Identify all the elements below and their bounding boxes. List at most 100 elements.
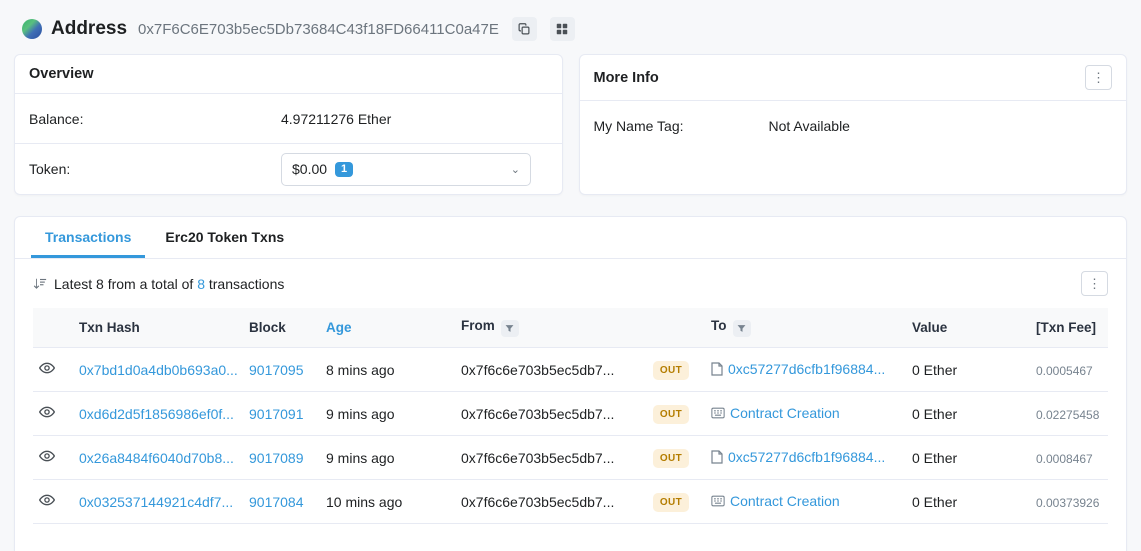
token-count-badge: 1 xyxy=(335,161,354,177)
age-text: 8 mins ago xyxy=(326,361,395,378)
summary-text: Latest 8 from a total of 8 transactions xyxy=(54,276,284,292)
block-link[interactable]: 9017084 xyxy=(249,494,304,510)
transactions-table: Txn Hash Block Age From To Value [Txn Fe… xyxy=(33,308,1108,524)
to-address-link[interactable]: 0xc57277d6cfb1f96884... xyxy=(728,449,885,465)
txn-fee-text: 0.0005467 xyxy=(1036,363,1093,378)
col-eye xyxy=(33,308,77,348)
token-dropdown[interactable]: $0.00 1 ⌄ xyxy=(281,152,531,186)
eye-icon[interactable] xyxy=(35,448,55,464)
col-from: From xyxy=(459,308,651,348)
age-text: 9 mins ago xyxy=(326,449,395,466)
summary-count-link[interactable]: 8 xyxy=(197,276,205,292)
col-txn-hash: Txn Hash xyxy=(77,308,247,348)
balance-label: Balance: xyxy=(29,110,84,127)
token-value: $0.00 xyxy=(292,161,328,177)
table-row: 0xd6d2d5f1856986ef0f... 9017091 9 mins a… xyxy=(33,391,1108,436)
from-address: 0x7f6c6e703b5ec5db7... xyxy=(461,450,615,467)
table-header-row: Txn Hash Block Age From To Value [Txn Fe… xyxy=(33,308,1108,348)
transactions-table-wrap: Txn Hash Block Age From To Value [Txn Fe… xyxy=(15,306,1126,524)
col-value: Value xyxy=(910,308,1034,348)
more-info-title: More Info xyxy=(593,69,659,86)
more-info-menu-button[interactable]: ⋮ xyxy=(1085,65,1112,90)
from-header-label: From xyxy=(461,318,495,333)
table-row: 0x7bd1d0a4db0b693a0... 9017095 8 mins ag… xyxy=(33,347,1108,392)
contract-creation-link[interactable]: Contract Creation xyxy=(730,493,840,509)
name-tag-row: My Name Tag: Not Available xyxy=(580,101,1127,151)
contract-creation-icon xyxy=(711,495,725,507)
value-text: 0 Ether xyxy=(912,361,958,378)
tab-transactions[interactable]: Transactions xyxy=(31,217,146,258)
transactions-summary: Latest 8 from a total of 8 transactions xyxy=(33,276,284,292)
eye-icon[interactable] xyxy=(35,360,55,376)
tab-bar: Transactions Erc20 Token Txns xyxy=(15,217,1126,259)
block-link[interactable]: 9017095 xyxy=(249,362,304,378)
overview-card: Overview Balance: 4.97211276 Ether Token… xyxy=(14,54,563,195)
table-row: 0x032537144921c4df7... 9017084 10 mins a… xyxy=(33,479,1108,524)
transactions-toolbar: Latest 8 from a total of 8 transactions … xyxy=(15,259,1126,306)
transactions-menu-button[interactable]: ⋮ xyxy=(1081,271,1108,296)
age-text: 10 mins ago xyxy=(326,493,403,510)
more-info-card-header: More Info ⋮ xyxy=(579,55,1126,101)
balance-value: 4.97211276 Ether xyxy=(281,110,392,127)
eye-icon[interactable] xyxy=(35,404,55,420)
balance-row: Balance: 4.97211276 Ether xyxy=(15,94,562,144)
txn-hash-link[interactable]: 0x7bd1d0a4db0b693a0... xyxy=(79,362,238,378)
from-address: 0x7f6c6e703b5ec5db7... xyxy=(461,362,615,379)
from-filter-icon[interactable] xyxy=(500,320,519,337)
contract-file-icon xyxy=(711,449,723,464)
more-info-card: More Info ⋮ My Name Tag: Not Available xyxy=(578,54,1127,195)
grid-icon xyxy=(556,23,568,35)
sort-icon xyxy=(33,277,47,291)
table-row: 0x26a8484f6040d70b8... 9017089 9 mins ag… xyxy=(33,435,1108,480)
value-text: 0 Ether xyxy=(912,405,958,422)
txn-fee-text: 0.02275458 xyxy=(1036,407,1100,422)
value-text: 0 Ether xyxy=(912,449,958,466)
age-header-link[interactable]: Age xyxy=(326,320,352,335)
col-to: To xyxy=(709,308,910,348)
copy-icon xyxy=(518,23,530,35)
overview-card-header: Overview xyxy=(15,55,562,94)
contract-creation-icon xyxy=(711,407,725,419)
col-age: Age xyxy=(324,308,459,348)
eye-icon[interactable] xyxy=(35,492,55,508)
txn-hash-link[interactable]: 0x26a8484f6040d70b8... xyxy=(79,450,234,466)
block-link[interactable]: 9017091 xyxy=(249,406,304,422)
from-address: 0x7f6c6e703b5ec5db7... xyxy=(461,494,615,511)
txn-hash-link[interactable]: 0x032537144921c4df7... xyxy=(79,494,233,510)
col-txn-fee: [Txn Fee] xyxy=(1034,308,1108,348)
copy-address-button[interactable] xyxy=(511,17,537,41)
address-identicon-icon xyxy=(22,19,42,39)
summary-suffix: transactions xyxy=(204,275,285,292)
txn-hash-link[interactable]: 0xd6d2d5f1856986ef0f... xyxy=(79,406,234,422)
contract-file-icon xyxy=(711,361,723,376)
summary-cards-row: Overview Balance: 4.97211276 Ether Token… xyxy=(0,54,1141,195)
txn-fee-text: 0.0008467 xyxy=(1036,451,1093,466)
page-title: Address xyxy=(51,18,128,39)
name-tag-label: My Name Tag: xyxy=(593,118,684,134)
col-block: Block xyxy=(247,308,324,348)
tab-erc20-token-txns[interactable]: Erc20 Token Txns xyxy=(151,217,298,258)
col-direction xyxy=(651,308,709,348)
summary-prefix: Latest 8 from a total of xyxy=(54,275,198,292)
contract-creation-link[interactable]: Contract Creation xyxy=(730,405,840,421)
to-filter-icon[interactable] xyxy=(732,320,751,337)
token-label: Token: xyxy=(29,161,71,177)
overview-title: Overview xyxy=(29,66,94,82)
direction-badge: OUT xyxy=(653,360,689,380)
name-tag-value: Not Available xyxy=(768,118,850,134)
txn-fee-text: 0.00373926 xyxy=(1036,495,1100,510)
to-header-label: To xyxy=(711,318,727,333)
to-address-link[interactable]: 0xc57277d6cfb1f96884... xyxy=(728,361,885,377)
token-row: Token: $0.00 1 ⌄ xyxy=(15,144,562,194)
page-header: Address 0x7F6C6E703b5ec5Db73684C43f18FD6… xyxy=(0,0,1141,54)
value-text: 0 Ether xyxy=(912,493,958,510)
kebab-icon: ⋮ xyxy=(1088,276,1101,291)
chevron-down-icon: ⌄ xyxy=(510,163,520,176)
qr-code-button[interactable] xyxy=(549,17,575,41)
transactions-card: Transactions Erc20 Token Txns Latest 8 f… xyxy=(14,216,1127,551)
direction-badge: OUT xyxy=(653,448,689,468)
age-text: 9 mins ago xyxy=(326,405,395,422)
kebab-icon: ⋮ xyxy=(1092,70,1105,85)
block-link[interactable]: 9017089 xyxy=(249,450,304,466)
address-hash: 0x7F6C6E703b5ec5Db73684C43f18FD66411C0a4… xyxy=(138,20,499,38)
